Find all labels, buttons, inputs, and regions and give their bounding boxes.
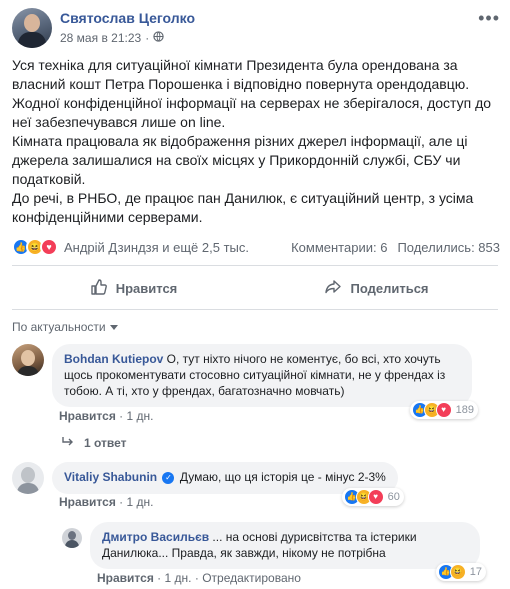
dot-separator: ·	[194, 571, 199, 585]
comments-count[interactable]: Комментарии: 6	[291, 240, 387, 255]
comment-reply: Дмитро Васильєв ... на основі дурисвітст…	[62, 522, 486, 581]
more-options-icon[interactable]: •••	[478, 8, 500, 29]
like-button[interactable]: Нравится	[12, 270, 255, 306]
dot-separator: ·	[119, 495, 124, 509]
comment-bubble: Bohdan Kutiepov О, тут ніхто нічого не к…	[52, 344, 478, 419]
comment-time[interactable]: 1 дн.	[127, 495, 154, 509]
post-paragraph: Кімната працювала як відображення різних…	[12, 133, 468, 187]
sort-label: По актуальности	[12, 320, 106, 334]
comment-bubble: Vitaliy Shabunin ✓ Думаю, що ця історія …	[52, 462, 404, 506]
comment-bubble: Дмитро Васильєв ... на основі дурисвітст…	[90, 522, 486, 581]
divider	[12, 265, 498, 266]
post-paragraph: Уся техніка для ситуаційної кімнати През…	[12, 57, 492, 130]
commenter-name[interactable]: Vitaliy Shabunin	[64, 470, 157, 484]
divider	[12, 309, 498, 310]
comment-like-link[interactable]: Нравится	[97, 571, 154, 585]
commenter-avatar[interactable]	[62, 528, 82, 548]
comment-time[interactable]: 1 дн.	[165, 571, 192, 585]
dot-separator: ·	[157, 571, 162, 585]
reactors-summary[interactable]: Андрій Дзиндзя и ещё 2,5 тыс.	[64, 240, 249, 255]
love-reaction-icon: ♥	[40, 238, 58, 256]
post-author[interactable]: Святослав Цеголко	[60, 10, 195, 26]
reaction-count: 189	[455, 404, 474, 416]
author-avatar[interactable]	[12, 8, 52, 48]
comment-actions: Нравится · 1 дн.	[59, 495, 154, 509]
post-meta: 28 мая в 21:23 ·	[60, 31, 164, 45]
caret-down-icon	[109, 320, 118, 334]
commenter-name[interactable]: Bohdan Kutiepov	[64, 352, 163, 366]
dot-separator: ·	[119, 409, 124, 423]
action-bar: Нравится Поделиться	[12, 270, 498, 306]
comment-like-link[interactable]: Нравится	[59, 409, 116, 423]
like-button-label: Нравится	[115, 280, 178, 296]
comment: Bohdan Kutiepov О, тут ніхто нічого не к…	[12, 344, 482, 419]
comment-actions: Нравится · 1 дн. · Отредактировано	[97, 571, 301, 585]
comment-reactions[interactable]: 👍 😆 ♥ 60	[341, 488, 404, 506]
comment-reactions[interactable]: 👍 😆 17	[435, 563, 486, 581]
share-arrow-icon	[324, 278, 342, 299]
reaction-icons[interactable]: 👍 😆 ♥	[12, 238, 58, 256]
comment-like-link[interactable]: Нравится	[59, 495, 116, 509]
love-reaction-icon: ♥	[435, 402, 452, 418]
edited-label: Отредактировано	[202, 571, 301, 585]
post-stats: 👍 😆 ♥ Андрій Дзиндзя и ещё 2,5 тыс. Комм…	[12, 236, 500, 258]
share-button[interactable]: Поделиться	[255, 270, 498, 306]
post-header: Святослав Цеголко 28 мая в 21:23 · •••	[12, 8, 500, 52]
post-text: Уся техніка для ситуаційної кімнати През…	[12, 56, 498, 227]
love-reaction-icon: ♥	[367, 489, 384, 505]
share-button-label: Поделиться	[350, 280, 429, 296]
reaction-count: 60	[387, 491, 400, 503]
meta-separator: ·	[145, 31, 150, 45]
haha-reaction-icon: 😆	[449, 564, 466, 580]
reply-arrow-icon	[62, 436, 74, 450]
comment-sort-dropdown[interactable]: По актуальности	[12, 320, 118, 334]
comment-reactions[interactable]: 👍 😆 ♥ 189	[409, 401, 478, 419]
thumbs-up-icon	[90, 278, 108, 299]
comment-actions: Нравится · 1 дн.	[59, 409, 154, 423]
comment-text: Думаю, що ця історія це - мінус 2-3%	[179, 470, 386, 484]
globe-icon	[153, 31, 164, 45]
comment-time[interactable]: 1 дн.	[127, 409, 154, 423]
commenter-name[interactable]: Дмитро Васильєв	[102, 530, 209, 544]
view-replies-link[interactable]: 1 ответ	[62, 436, 127, 450]
shares-count[interactable]: Поделились: 853	[397, 240, 500, 255]
post-paragraph: До речі, в РНБО, де працює пан Данилюк, …	[12, 190, 474, 225]
replies-count: 1 ответ	[84, 436, 127, 450]
commenter-avatar[interactable]	[12, 344, 44, 376]
commenter-avatar[interactable]	[12, 462, 44, 494]
verified-badge-icon: ✓	[162, 471, 175, 484]
reaction-count: 17	[469, 566, 482, 578]
post-date[interactable]: 28 мая в 21:23	[60, 31, 141, 45]
comment: Vitaliy Shabunin ✓ Думаю, що ця історія …	[12, 462, 404, 506]
